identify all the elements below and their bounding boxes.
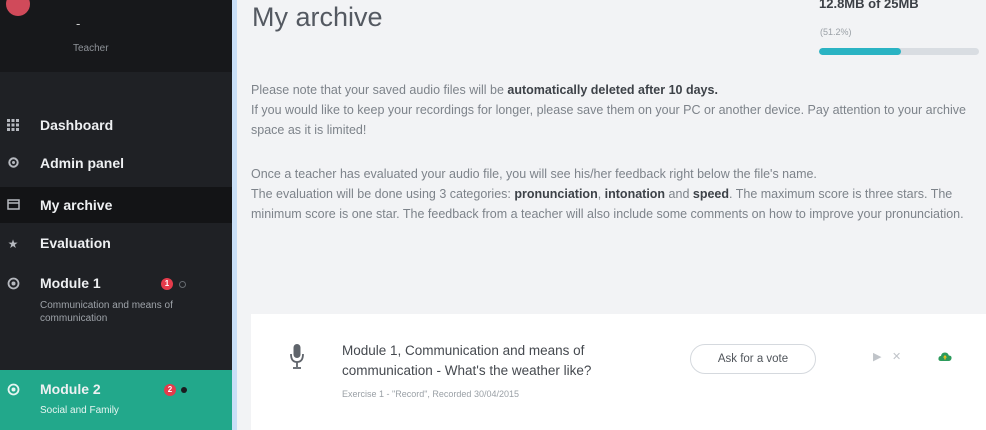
page-title: My archive: [252, 2, 383, 32]
module-icon: [6, 383, 20, 397]
sidebar: - Teacher Dashboard Admin panel My archi…: [0, 0, 232, 430]
ask-for-vote-button[interactable]: Ask for a vote: [690, 344, 816, 374]
microphone-icon: [290, 344, 304, 370]
close-icon[interactable]: ✕: [892, 350, 901, 363]
file-title: Module 1, Communication and means of com…: [342, 343, 592, 378]
category-speed: speed: [692, 187, 730, 201]
sidebar-item-label: Admin panel: [40, 155, 125, 171]
avatar[interactable]: [6, 0, 30, 16]
cloud-upload-icon[interactable]: [938, 350, 952, 362]
file-meta: Exercise 1 - "Record", Recorded 30/04/20…: [342, 389, 519, 399]
category-intonation: intonation: [604, 187, 666, 201]
sidebar-item-admin-panel[interactable]: Admin panel: [0, 152, 232, 176]
sidebar-item-label: Module 1: [40, 275, 101, 291]
notice-text: Once a teacher has evaluated your audio …: [251, 167, 817, 181]
sidebar-item-label: Module 2: [40, 381, 101, 397]
notice-paragraph-2: Once a teacher has evaluated your audio …: [251, 164, 976, 224]
notice-text: and: [665, 187, 693, 201]
notice-text: If you would like to keep your recording…: [251, 103, 966, 137]
storage-quota-text: 12.8MB of 25MB: [819, 0, 919, 11]
star-icon: ★: [7, 237, 19, 251]
sidebar-item-dashboard[interactable]: Dashboard: [0, 114, 232, 138]
notice-text: The evaluation will be done using 3 cate…: [251, 187, 515, 201]
main-content: My archive 12.8MB of 25MB (51.2%) Please…: [237, 0, 986, 430]
sidebar-item-module-2[interactable]: Module 2 2 Social and Family: [0, 370, 232, 430]
sidebar-item-my-archive[interactable]: My archive: [0, 187, 232, 223]
gear-icon: [6, 156, 20, 170]
sidebar-item-evaluation[interactable]: ★ Evaluation: [0, 232, 232, 256]
status-dot: [179, 281, 186, 288]
profile-section: - Teacher: [0, 0, 232, 72]
notice-text: Please note that your saved audio files …: [251, 83, 508, 97]
sidebar-item-module-1[interactable]: Module 1 1 Communication and means of co…: [0, 270, 232, 362]
notice-paragraph-1: Please note that your saved audio files …: [251, 80, 976, 140]
sidebar-item-subtitle: Social and Family: [40, 405, 119, 416]
grid-icon: [6, 119, 20, 133]
archive-icon: [6, 198, 20, 212]
storage-quota-percent: (51.2%): [820, 27, 852, 37]
sidebar-item-label: Dashboard: [40, 117, 114, 133]
notice-emphasis: automatically deleted after 10 days.: [507, 83, 718, 97]
notification-badge: 2: [164, 384, 176, 396]
storage-progress-bar: [819, 48, 979, 55]
profile-role: Teacher: [73, 43, 109, 54]
play-icon[interactable]: ▶: [873, 350, 881, 363]
notification-badge: 1: [161, 278, 173, 290]
sidebar-item-subtitle: Communication and means of communication: [40, 300, 173, 324]
profile-separator: -: [76, 16, 81, 31]
category-pronunciation: pronunciation: [514, 187, 598, 201]
status-dot: [181, 387, 187, 393]
storage-progress-fill: [819, 48, 901, 55]
sidebar-item-label: My archive: [40, 197, 113, 213]
module-icon: [6, 277, 20, 291]
sidebar-item-label: Evaluation: [40, 235, 111, 251]
notice-text: ,: [597, 187, 605, 201]
